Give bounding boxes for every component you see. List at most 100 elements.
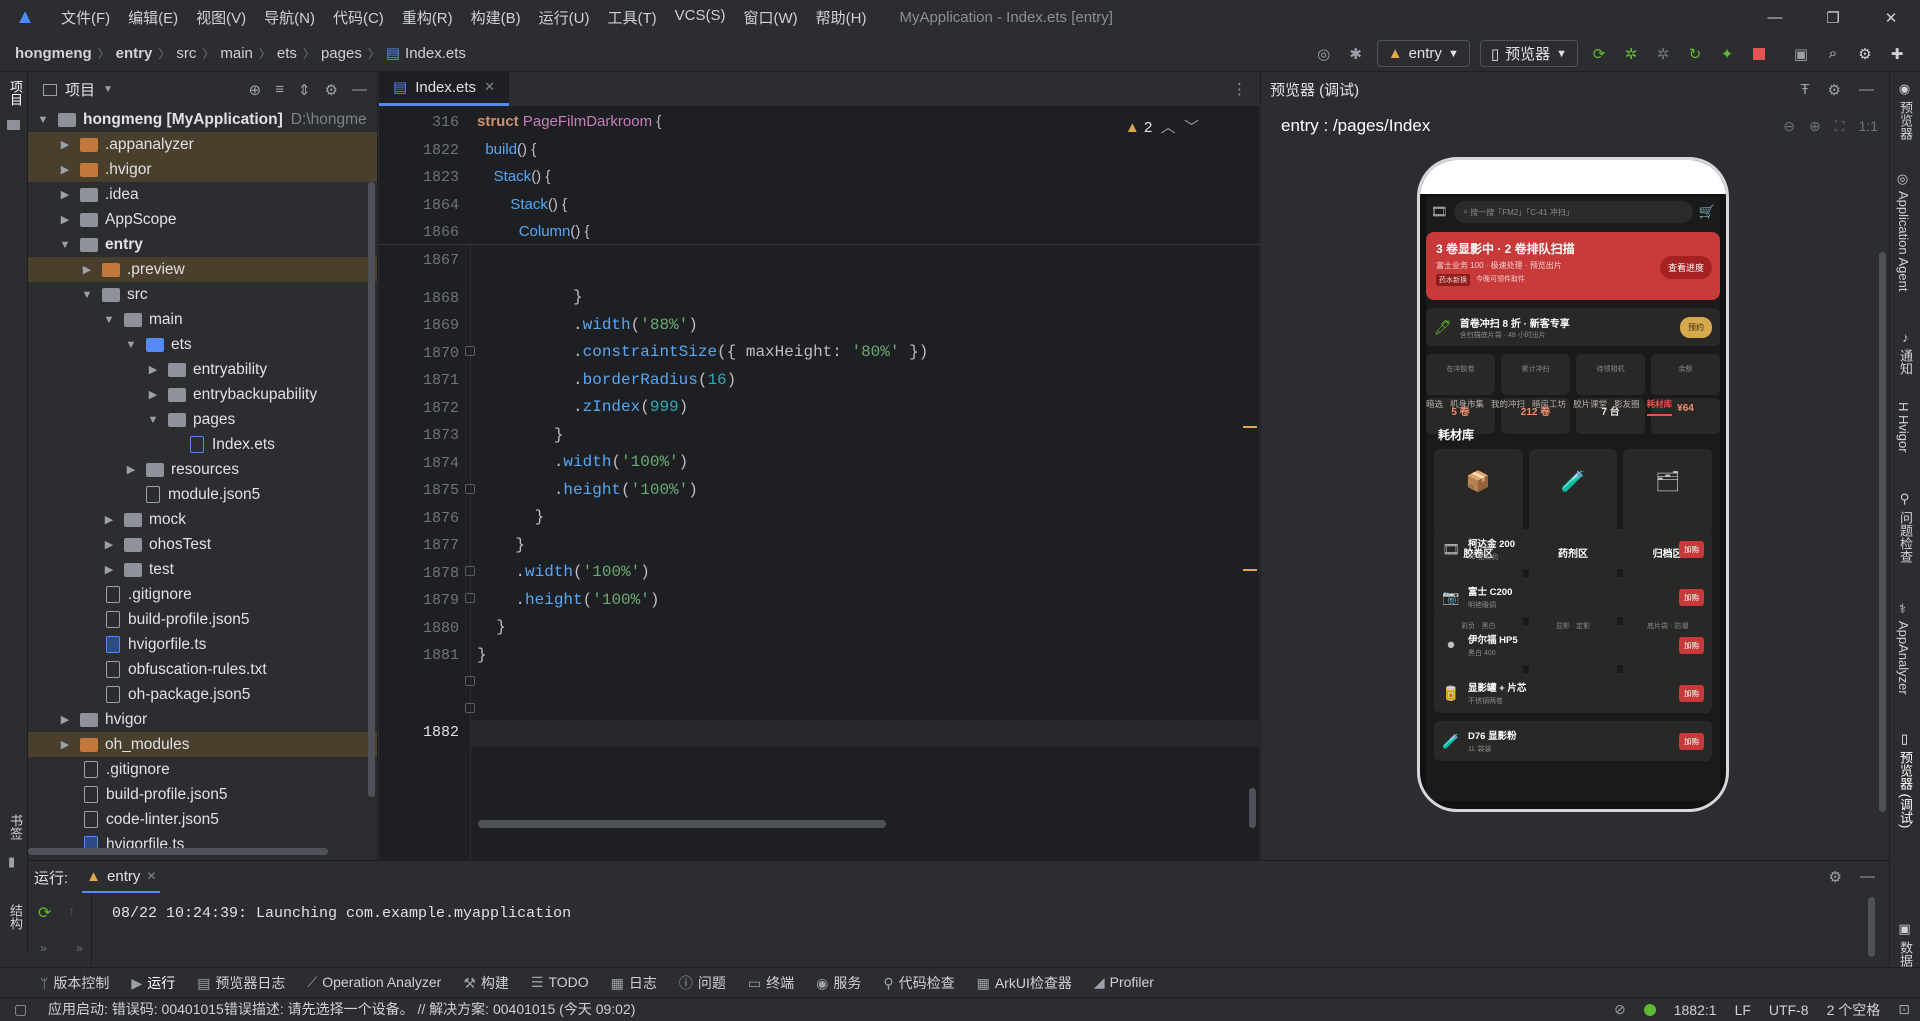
phone-tab[interactable]: 胶片课堂 — [1573, 398, 1607, 416]
tree-item[interactable]: .gitignore — [28, 757, 377, 782]
category-card[interactable]: 📦 胶卷区 彩负 · 黑白 — [1434, 449, 1523, 685]
code-line[interactable]: } — [477, 288, 583, 306]
arrow-up-icon[interactable]: ↑ — [68, 903, 76, 920]
caret-position[interactable]: 1882:1 — [1674, 1002, 1717, 1018]
code-line[interactable]: } — [477, 426, 564, 444]
menu-edit[interactable]: 编辑(E) — [119, 7, 187, 28]
tree-item[interactable]: ▼ ets — [28, 332, 377, 357]
tree-item[interactable]: module.json5 — [28, 482, 377, 507]
tree-horizontal-scrollbar[interactable] — [28, 848, 328, 855]
console-scrollbar[interactable] — [1868, 897, 1875, 957]
list-item[interactable]: 🧪 D76 显影粉 1L 袋装 加购 — [1434, 721, 1712, 761]
tree-item[interactable]: hvigorfile.ts — [28, 632, 377, 657]
add-to-cart-button[interactable]: 加购 — [1679, 636, 1704, 654]
bug-icon[interactable]: ✱ — [1345, 43, 1367, 65]
tree-item[interactable]: ▶ resources — [28, 457, 377, 482]
tree-item[interactable]: ▼ main — [28, 307, 377, 332]
chevron-right-icon[interactable]: ▶ — [58, 713, 72, 726]
close-icon[interactable]: ✕ — [1862, 0, 1920, 35]
fold-marker-icon[interactable] — [465, 566, 475, 576]
code-line[interactable]: build() { — [477, 141, 536, 158]
code-line[interactable]: Column() { — [477, 223, 590, 240]
tree-item[interactable]: ▶ .appanalyzer — [28, 132, 377, 157]
application-agent-tool-button[interactable]: ◎ Application Agent — [1896, 172, 1911, 291]
phone-search-bar[interactable]: ⌕ 搜一搜「FM2」「C-41 冲扫」 — [1453, 201, 1693, 223]
tree-item[interactable]: ▶ mock — [28, 507, 377, 532]
tree-item[interactable]: Index.ets — [28, 432, 377, 457]
editor-horizontal-scrollbar[interactable] — [478, 820, 886, 828]
apply-changes-icon[interactable]: ↻ — [1684, 43, 1706, 65]
appanalyzer-tool-button[interactable]: ⚕ AppAnalyzer — [1896, 602, 1911, 695]
menu-code[interactable]: 代码(C) — [324, 7, 393, 28]
chevron-right-icon[interactable]: ▶ — [80, 263, 94, 276]
phone-tab[interactable]: 我的冲扫 — [1491, 398, 1525, 416]
hvigor-tool-button[interactable]: H Hvigor — [1896, 402, 1911, 453]
add-to-cart-button[interactable]: 加购 — [1679, 732, 1704, 750]
reserve-button[interactable]: 预约 — [1680, 316, 1712, 338]
target-icon[interactable]: ◎ — [1313, 43, 1335, 65]
phone-tab[interactable]: 暗选 — [1426, 398, 1443, 416]
indent-setting[interactable]: 2 个空格 — [1827, 1000, 1881, 1020]
menu-file[interactable]: 文件(F) — [52, 7, 119, 28]
gear-icon[interactable]: ⚙ — [1829, 868, 1842, 886]
tree-item[interactable]: obfuscation-rules.txt — [28, 657, 377, 682]
breadcrumb-item[interactable]: pages — [321, 45, 362, 62]
tree-item[interactable]: ▼ src — [28, 282, 377, 307]
cart-icon[interactable]: 🛒 — [1699, 204, 1715, 220]
view-progress-button[interactable]: 查看进度 — [1659, 256, 1712, 279]
project-tool-button[interactable]: 项目 — [6, 80, 25, 106]
tab-index-ets[interactable]: ▤ Index.ets ✕ — [379, 71, 509, 106]
code-line[interactable]: .height('100%') — [477, 481, 698, 499]
zoom-out-icon[interactable]: ⊖ — [1783, 118, 1795, 135]
tree-item[interactable]: ▶ entrybackupability — [28, 382, 377, 407]
tree-item[interactable]: ▶ .preview — [28, 257, 377, 282]
chevron-right-icon[interactable]: ▶ — [58, 213, 72, 226]
no-network-icon[interactable]: ⊘ — [1614, 1001, 1626, 1018]
tree-item[interactable]: build-profile.json5 — [28, 782, 377, 807]
previewer-tool-button[interactable]: ◉ 预览器 — [1896, 82, 1915, 140]
gear-icon[interactable]: ⚙ — [1828, 81, 1841, 99]
notifications-tool-button[interactable]: ♪ 通知 — [1896, 330, 1915, 375]
tool-run[interactable]: ▶ 运行 — [131, 973, 175, 993]
category-card[interactable]: 🗂 归档区 底片袋 · 防潮 — [1623, 449, 1713, 685]
tool-arkui-inspector[interactable]: ▦ ArkUI检查器 — [977, 973, 1072, 993]
tree-item[interactable]: build-profile.json5 — [28, 607, 377, 632]
status-message[interactable]: 应用启动: 错误码: 00401015错误描述: 请先选择一个设备。 // 解决… — [48, 999, 635, 1019]
expand-icon[interactable]: » — [40, 941, 47, 955]
tree-item[interactable]: ▶ ohosTest — [28, 532, 377, 557]
fold-marker-icon[interactable] — [465, 676, 475, 686]
add-to-cart-button[interactable]: 加购 — [1679, 588, 1704, 606]
fold-marker-icon[interactable] — [465, 346, 475, 356]
minimize-icon[interactable]: — — [1746, 0, 1804, 35]
bookmarks-tool-button[interactable]: 书签 — [6, 814, 25, 840]
chevron-right-icon[interactable]: ▶ — [146, 363, 160, 376]
code-line[interactable]: Stack() { — [477, 168, 551, 185]
inspection-tool-button[interactable]: ⚲ 问题检查 — [1896, 492, 1915, 563]
hide-icon[interactable]: — — [1859, 81, 1874, 99]
collapse-all-icon[interactable]: ⇕ — [298, 81, 311, 99]
chevron-right-icon[interactable]: ▶ — [102, 563, 116, 576]
phone-tab-active[interactable]: 耗材库 — [1646, 398, 1673, 416]
breadcrumb-item[interactable]: ets — [277, 45, 297, 62]
project-view-select[interactable]: 项目 — [65, 79, 95, 100]
tool-todo[interactable]: ☰ TODO — [531, 974, 589, 991]
locate-icon[interactable]: ⊕ — [249, 81, 262, 99]
breadcrumb-item[interactable]: main — [220, 45, 253, 62]
stat-card[interactable]: 余额 ¥64 — [1651, 354, 1720, 434]
code-line[interactable]: .borderRadius(16) — [477, 371, 736, 389]
run-config-select[interactable]: ▲ entry ▼ — [1376, 40, 1470, 67]
debug-icon[interactable]: ✲ — [1620, 43, 1642, 65]
code-line[interactable]: } — [477, 536, 525, 554]
chevron-right-icon[interactable]: ▶ — [58, 188, 72, 201]
tool-terminal[interactable]: ▭ 终端 — [748, 973, 794, 993]
tool-log[interactable]: ▦ 日志 — [611, 973, 657, 993]
hide-icon[interactable]: — — [1860, 868, 1875, 886]
tree-item[interactable]: ▶ AppScope — [28, 207, 377, 232]
chevron-right-icon[interactable]: ▶ — [102, 538, 116, 551]
menu-refactor[interactable]: 重构(R) — [393, 7, 462, 28]
gear-icon[interactable]: ⚙ — [325, 81, 338, 99]
rerun-icon[interactable]: ⟳ — [1588, 43, 1610, 65]
tree-vertical-scrollbar[interactable] — [368, 182, 375, 797]
menu-run[interactable]: 运行(U) — [530, 7, 599, 28]
profile-icon[interactable]: ✦ — [1716, 43, 1738, 65]
